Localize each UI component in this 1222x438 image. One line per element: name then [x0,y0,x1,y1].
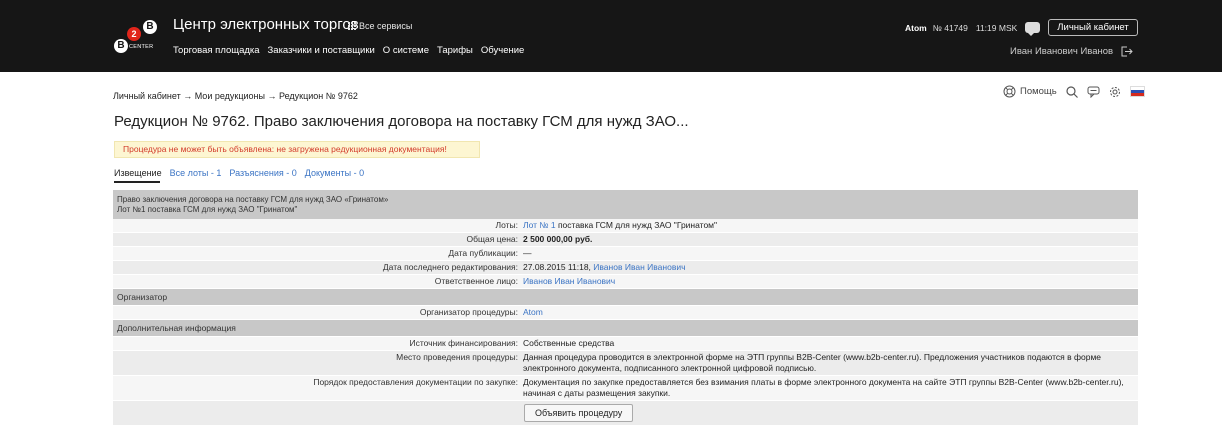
chat-bubbles-icon[interactable] [1087,86,1100,98]
responsible-person-link[interactable]: Иванов Иван Иванович [523,276,615,286]
lifebuoy-icon [1003,85,1016,98]
total-price-label: Общая цена: [113,233,522,246]
chat-icon[interactable] [1025,22,1041,36]
table-row: Общая цена: 2 500 000,00 руб. [113,233,1138,247]
funding-label: Источник финансирования: [113,337,522,350]
table-row: Лоты: Лот № 1 поставка ГСМ для нужд ЗАО … [113,219,1138,233]
nav-item-about[interactable]: О системе [383,45,429,56]
caption-line-1: Право заключения договора на поставку ГС… [117,195,389,204]
nav-item-training[interactable]: Обучение [481,45,524,56]
app-title[interactable]: Центр электронных торгов [173,16,359,33]
total-price-value: 2 500 000,00 руб. [522,233,1138,246]
caption-line-2: Лот №1 поставка ГСМ для нужд ЗАО "Гринат… [117,205,298,214]
gear-icon[interactable] [1109,86,1121,98]
table-caption: Право заключения договора на поставку ГС… [113,190,1138,219]
tab-all-lots[interactable]: Все лоты - 1 [170,168,222,178]
notification-badge[interactable]: 2 [127,27,141,41]
table-row: Ответственное лицо: Иванов Иван Иванович [113,275,1138,289]
page-title: Редукцион № 9762. Право заключения догов… [114,113,689,130]
logo-letter-left: B [114,39,128,53]
tab-notice[interactable]: Извещение [114,168,162,178]
extra-info-section-header: Дополнительная информация [113,320,1138,337]
table-row: Источник финансирования: Собственные сре… [113,337,1138,351]
lot-description: поставка ГСМ для нужд ЗАО "Гринатом" [555,220,718,230]
organizer-link[interactable]: Atom [523,307,543,317]
breadcrumb[interactable]: Личный кабинет → Мои редукционы → Редукц… [113,91,358,101]
page-tools: Помощь [1003,85,1145,98]
organizer-value: Atom [522,306,1138,319]
place-value: Данная процедура проводится в электронно… [522,351,1138,375]
user-number: № 41749 [932,22,968,33]
nav-item-marketplace[interactable]: Торговая площадка [173,45,260,56]
help-label: Помощь [1020,86,1057,97]
nav-item-tariffs[interactable]: Тарифы [437,45,473,56]
lot-link[interactable]: Лот № 1 [523,220,556,230]
publish-date-label: Дата публикации: [113,247,522,260]
help-link[interactable]: Помощь [1003,85,1057,98]
language-flag-icon[interactable] [1129,86,1145,97]
funding-value: Собственные средства [522,337,1138,350]
organizer-label: Организатор процедуры: [113,306,522,319]
lots-label: Лоты: [113,219,522,232]
grid-icon [348,22,356,30]
top-navigation: Торговая площадка Заказчики и поставщики… [173,45,524,56]
table-row: Организатор процедуры: Atom [113,306,1138,320]
table-row: Место проведения процедуры: Данная проце… [113,351,1138,376]
b2b-center-logo[interactable]: B 2 B CENTER [114,20,164,62]
user-org[interactable]: Atom [905,23,927,33]
button-row-spacer [113,401,522,425]
nav-item-customers-suppliers[interactable]: Заказчики и поставщики [268,45,375,56]
place-label: Место проведения процедуры: [113,351,522,375]
docs-order-label: Порядок предоставления документации по з… [113,376,522,400]
logo-subtitle: CENTER [129,44,154,50]
tab-documents[interactable]: Документы - 0 [305,168,364,178]
all-services-link[interactable]: Все сервисы [348,21,412,31]
logout-icon[interactable] [1121,46,1133,57]
announce-procedure-button[interactable]: Объявить процедуру [524,404,634,422]
procedure-details-table: Право заключения договора на поставку ГС… [113,190,1138,426]
user-bar: Atom № 41749 11:19 MSK Личный кабинет [905,19,1138,36]
logo-letter-top: B [143,20,157,34]
lots-value: Лот № 1 поставка ГСМ для нужд ЗАО "Грина… [522,219,1138,232]
table-row: Дата последнего редактирования: 27.08.20… [113,261,1138,275]
docs-order-value: Документация по закупке предоставляется … [522,376,1138,400]
table-row: Дата публикации: — [113,247,1138,261]
publish-date-value: — [522,247,1138,260]
all-services-label: Все сервисы [359,21,413,31]
top-header: B 2 B CENTER Центр электронных торгов Вс… [0,0,1222,72]
user-menu[interactable]: Иван Иванович Иванов [1010,46,1133,57]
user-name[interactable]: Иван Иванович Иванов [1010,46,1113,57]
server-time: 11:19 MSK [975,22,1018,33]
last-edit-value: 27.08.2015 11:18, Иванов Иван Иванович [522,261,1138,274]
last-edit-date: 27.08.2015 11:18, [523,262,594,272]
responsible-label: Ответственное лицо: [113,275,522,288]
warning-banner: Процедура не может быть объявлена: не за… [114,141,480,158]
search-icon[interactable] [1066,85,1078,98]
personal-cabinet-button[interactable]: Личный кабинет [1048,19,1138,36]
table-row: Объявить процедуру [113,401,1138,426]
button-cell: Объявить процедуру [522,401,1138,425]
active-tab-indicator [114,181,160,183]
last-editor-link[interactable]: Иванов Иван Иванович [593,262,685,272]
tab-clarifications[interactable]: Разъяснения - 0 [229,168,296,178]
responsible-value: Иванов Иван Иванович [522,275,1138,288]
last-edit-label: Дата последнего редактирования: [113,261,522,274]
tabs: Извещение Все лоты - 1 Разъяснения - 0 Д… [114,168,364,178]
table-row: Порядок предоставления документации по з… [113,376,1138,401]
organizer-section-header: Организатор [113,289,1138,306]
